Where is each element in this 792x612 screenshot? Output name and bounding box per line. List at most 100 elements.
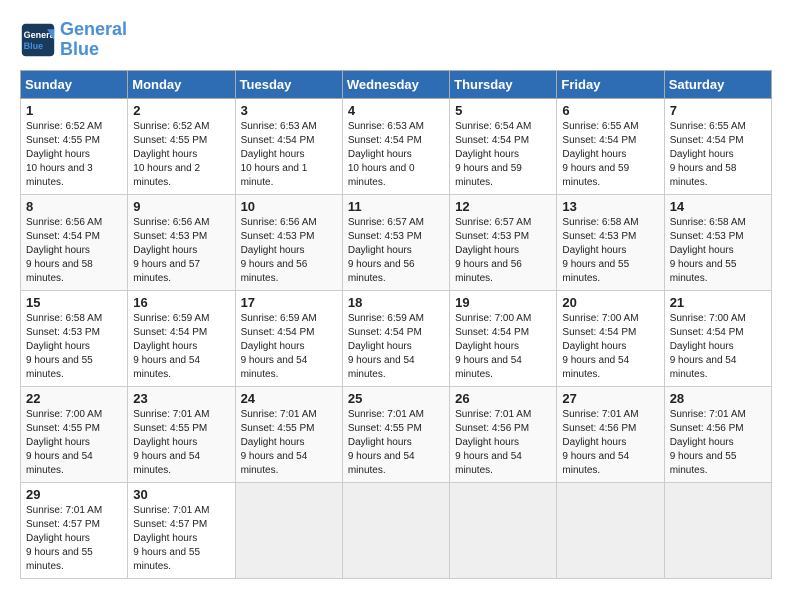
calendar-cell — [342, 482, 449, 578]
day-info: Sunrise: 6:52 AM Sunset: 4:55 PM Dayligh… — [26, 120, 122, 190]
day-number: 14 — [670, 199, 766, 214]
day-info: Sunrise: 6:59 AM Sunset: 4:54 PM Dayligh… — [348, 312, 444, 382]
day-info: Sunrise: 6:58 AM Sunset: 4:53 PM Dayligh… — [26, 312, 122, 382]
day-info: Sunrise: 6:57 AM Sunset: 4:53 PM Dayligh… — [455, 216, 551, 286]
calendar-cell: 11 Sunrise: 6:57 AM Sunset: 4:53 PM Dayl… — [342, 194, 449, 290]
day-info: Sunrise: 6:53 AM Sunset: 4:54 PM Dayligh… — [348, 120, 444, 190]
calendar-cell: 22 Sunrise: 7:00 AM Sunset: 4:55 PM Dayl… — [21, 386, 128, 482]
day-info: Sunrise: 7:01 AM Sunset: 4:57 PM Dayligh… — [26, 504, 122, 574]
calendar-cell: 30 Sunrise: 7:01 AM Sunset: 4:57 PM Dayl… — [128, 482, 235, 578]
day-info: Sunrise: 6:58 AM Sunset: 4:53 PM Dayligh… — [670, 216, 766, 286]
day-number: 15 — [26, 295, 122, 310]
day-info: Sunrise: 6:54 AM Sunset: 4:54 PM Dayligh… — [455, 120, 551, 190]
day-info: Sunrise: 7:01 AM Sunset: 4:55 PM Dayligh… — [348, 408, 444, 478]
logo-icon: General Blue — [20, 22, 56, 58]
header: General Blue GeneralBlue — [20, 20, 772, 60]
day-number: 3 — [241, 103, 337, 118]
day-info: Sunrise: 6:52 AM Sunset: 4:55 PM Dayligh… — [133, 120, 229, 190]
calendar-cell: 25 Sunrise: 7:01 AM Sunset: 4:55 PM Dayl… — [342, 386, 449, 482]
calendar-cell: 6 Sunrise: 6:55 AM Sunset: 4:54 PM Dayli… — [557, 98, 664, 194]
calendar-cell: 26 Sunrise: 7:01 AM Sunset: 4:56 PM Dayl… — [450, 386, 557, 482]
calendar-cell: 9 Sunrise: 6:56 AM Sunset: 4:53 PM Dayli… — [128, 194, 235, 290]
calendar-cell: 7 Sunrise: 6:55 AM Sunset: 4:54 PM Dayli… — [664, 98, 771, 194]
day-number: 8 — [26, 199, 122, 214]
calendar-cell: 12 Sunrise: 6:57 AM Sunset: 4:53 PM Dayl… — [450, 194, 557, 290]
calendar-cell: 24 Sunrise: 7:01 AM Sunset: 4:55 PM Dayl… — [235, 386, 342, 482]
day-info: Sunrise: 6:55 AM Sunset: 4:54 PM Dayligh… — [670, 120, 766, 190]
calendar-cell: 27 Sunrise: 7:01 AM Sunset: 4:56 PM Dayl… — [557, 386, 664, 482]
calendar-cell: 4 Sunrise: 6:53 AM Sunset: 4:54 PM Dayli… — [342, 98, 449, 194]
day-number: 4 — [348, 103, 444, 118]
day-number: 30 — [133, 487, 229, 502]
day-number: 11 — [348, 199, 444, 214]
day-info: Sunrise: 6:53 AM Sunset: 4:54 PM Dayligh… — [241, 120, 337, 190]
day-number: 18 — [348, 295, 444, 310]
day-number: 20 — [562, 295, 658, 310]
day-info: Sunrise: 7:00 AM Sunset: 4:54 PM Dayligh… — [455, 312, 551, 382]
day-number: 7 — [670, 103, 766, 118]
calendar-table: SundayMondayTuesdayWednesdayThursdayFrid… — [20, 70, 772, 579]
day-info: Sunrise: 7:00 AM Sunset: 4:55 PM Dayligh… — [26, 408, 122, 478]
logo: General Blue GeneralBlue — [20, 20, 127, 60]
day-number: 23 — [133, 391, 229, 406]
day-info: Sunrise: 7:01 AM Sunset: 4:56 PM Dayligh… — [562, 408, 658, 478]
calendar-cell: 29 Sunrise: 7:01 AM Sunset: 4:57 PM Dayl… — [21, 482, 128, 578]
day-number: 13 — [562, 199, 658, 214]
day-info: Sunrise: 6:56 AM Sunset: 4:54 PM Dayligh… — [26, 216, 122, 286]
calendar-cell: 16 Sunrise: 6:59 AM Sunset: 4:54 PM Dayl… — [128, 290, 235, 386]
day-number: 10 — [241, 199, 337, 214]
logo-text: GeneralBlue — [60, 20, 127, 60]
day-number: 26 — [455, 391, 551, 406]
calendar-cell — [235, 482, 342, 578]
day-number: 29 — [26, 487, 122, 502]
day-info: Sunrise: 6:55 AM Sunset: 4:54 PM Dayligh… — [562, 120, 658, 190]
calendar-cell: 14 Sunrise: 6:58 AM Sunset: 4:53 PM Dayl… — [664, 194, 771, 290]
calendar-cell — [557, 482, 664, 578]
col-header-sunday: Sunday — [21, 70, 128, 98]
day-info: Sunrise: 7:00 AM Sunset: 4:54 PM Dayligh… — [562, 312, 658, 382]
calendar-cell: 15 Sunrise: 6:58 AM Sunset: 4:53 PM Dayl… — [21, 290, 128, 386]
calendar-cell: 21 Sunrise: 7:00 AM Sunset: 4:54 PM Dayl… — [664, 290, 771, 386]
calendar-cell — [664, 482, 771, 578]
day-info: Sunrise: 6:56 AM Sunset: 4:53 PM Dayligh… — [133, 216, 229, 286]
day-info: Sunrise: 6:59 AM Sunset: 4:54 PM Dayligh… — [241, 312, 337, 382]
col-header-saturday: Saturday — [664, 70, 771, 98]
calendar-cell: 18 Sunrise: 6:59 AM Sunset: 4:54 PM Dayl… — [342, 290, 449, 386]
day-number: 5 — [455, 103, 551, 118]
calendar-cell: 8 Sunrise: 6:56 AM Sunset: 4:54 PM Dayli… — [21, 194, 128, 290]
calendar-cell: 1 Sunrise: 6:52 AM Sunset: 4:55 PM Dayli… — [21, 98, 128, 194]
calendar-cell: 23 Sunrise: 7:01 AM Sunset: 4:55 PM Dayl… — [128, 386, 235, 482]
day-number: 17 — [241, 295, 337, 310]
calendar-cell: 20 Sunrise: 7:00 AM Sunset: 4:54 PM Dayl… — [557, 290, 664, 386]
day-info: Sunrise: 7:01 AM Sunset: 4:55 PM Dayligh… — [133, 408, 229, 478]
col-header-wednesday: Wednesday — [342, 70, 449, 98]
calendar-cell: 5 Sunrise: 6:54 AM Sunset: 4:54 PM Dayli… — [450, 98, 557, 194]
calendar-cell — [450, 482, 557, 578]
day-info: Sunrise: 7:01 AM Sunset: 4:56 PM Dayligh… — [670, 408, 766, 478]
calendar-cell: 10 Sunrise: 6:56 AM Sunset: 4:53 PM Dayl… — [235, 194, 342, 290]
day-info: Sunrise: 7:01 AM Sunset: 4:55 PM Dayligh… — [241, 408, 337, 478]
day-number: 12 — [455, 199, 551, 214]
day-info: Sunrise: 7:01 AM Sunset: 4:57 PM Dayligh… — [133, 504, 229, 574]
day-info: Sunrise: 6:59 AM Sunset: 4:54 PM Dayligh… — [133, 312, 229, 382]
day-info: Sunrise: 6:58 AM Sunset: 4:53 PM Dayligh… — [562, 216, 658, 286]
calendar-cell: 28 Sunrise: 7:01 AM Sunset: 4:56 PM Dayl… — [664, 386, 771, 482]
day-number: 25 — [348, 391, 444, 406]
col-header-thursday: Thursday — [450, 70, 557, 98]
day-number: 28 — [670, 391, 766, 406]
day-number: 22 — [26, 391, 122, 406]
day-number: 1 — [26, 103, 122, 118]
day-number: 16 — [133, 295, 229, 310]
col-header-tuesday: Tuesday — [235, 70, 342, 98]
day-info: Sunrise: 7:01 AM Sunset: 4:56 PM Dayligh… — [455, 408, 551, 478]
calendar-cell: 19 Sunrise: 7:00 AM Sunset: 4:54 PM Dayl… — [450, 290, 557, 386]
col-header-monday: Monday — [128, 70, 235, 98]
day-info: Sunrise: 6:57 AM Sunset: 4:53 PM Dayligh… — [348, 216, 444, 286]
calendar-cell: 3 Sunrise: 6:53 AM Sunset: 4:54 PM Dayli… — [235, 98, 342, 194]
day-number: 21 — [670, 295, 766, 310]
col-header-friday: Friday — [557, 70, 664, 98]
day-number: 24 — [241, 391, 337, 406]
day-number: 2 — [133, 103, 229, 118]
day-number: 27 — [562, 391, 658, 406]
day-info: Sunrise: 6:56 AM Sunset: 4:53 PM Dayligh… — [241, 216, 337, 286]
